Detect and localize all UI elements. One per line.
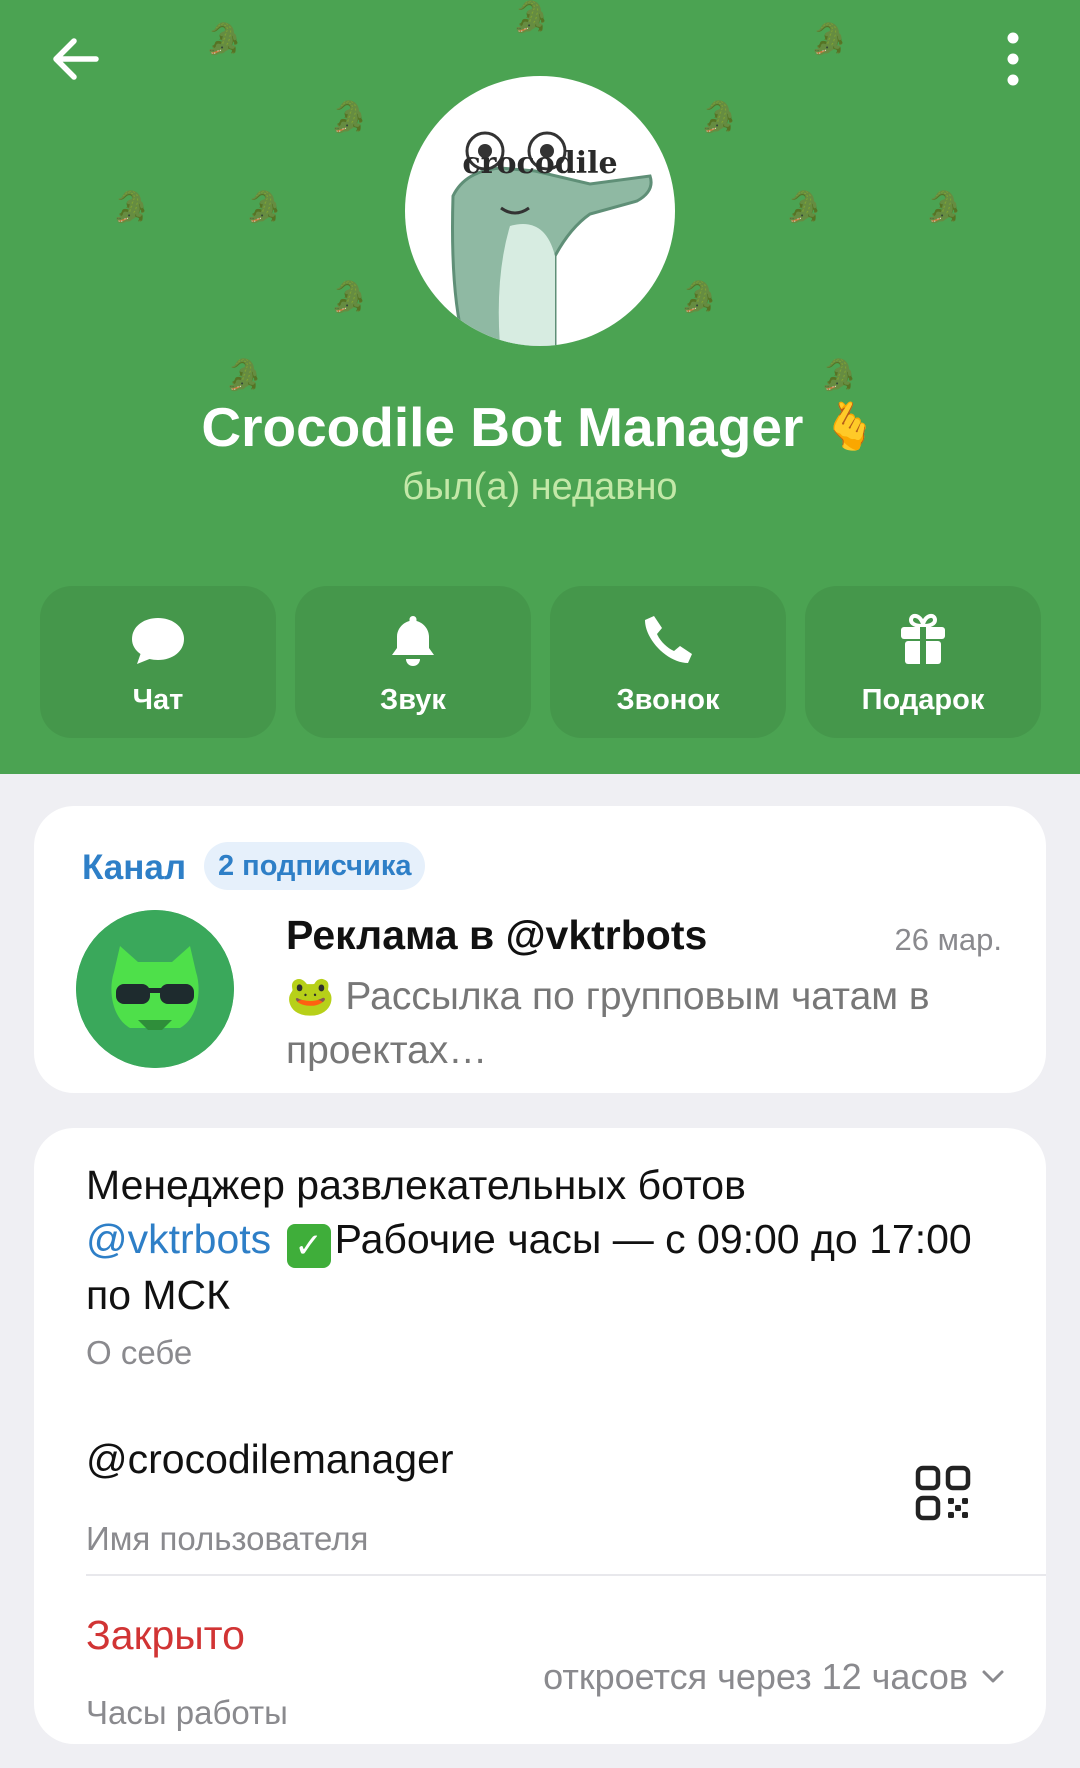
- username-caption: Имя пользователя: [86, 1520, 369, 1557]
- call-button[interactable]: Звонок: [550, 586, 786, 738]
- sound-button[interactable]: Звук: [295, 586, 531, 738]
- pattern-croc-icon: 🐊: [810, 23, 848, 56]
- bio-link[interactable]: @vktrbots: [86, 1216, 271, 1262]
- emoji-status-icon[interactable]: 🫰: [821, 400, 878, 452]
- pattern-croc-icon: 🐊: [330, 101, 368, 134]
- pattern-croc-icon: 🐊: [225, 359, 263, 392]
- more-menu-button[interactable]: [990, 26, 1036, 92]
- call-button-label: Звонок: [616, 684, 720, 716]
- profile-info-card: Менеджер развлекательных ботов @vktrbots…: [34, 1128, 1046, 1744]
- pattern-croc-icon: 🐊: [785, 191, 823, 224]
- crocodile-illustration-icon: [451, 131, 653, 346]
- pattern-croc-icon: 🐊: [205, 23, 243, 56]
- chat-button[interactable]: Чат: [40, 586, 276, 738]
- more-vertical-icon: [1007, 32, 1019, 86]
- qr-code-icon: [915, 1465, 971, 1521]
- pattern-croc-icon: 🐊: [245, 191, 283, 224]
- business-hours-caption: Часы работы: [86, 1694, 288, 1731]
- channel-avatar: [76, 910, 234, 1068]
- pattern-croc-icon: 🐊: [512, 1, 550, 34]
- avatar-logo-text: crocodile: [462, 146, 618, 181]
- pattern-croc-icon: 🐊: [820, 359, 858, 392]
- personal-channel-card[interactable]: Канал 2 подписчика Реклама в @vktrbots 2…: [34, 806, 1046, 1093]
- bio-caption: О себе: [86, 1334, 193, 1371]
- post-preview-text: Рассылка по групповым чатам в проектах…: [286, 975, 930, 1072]
- arrow-left-icon: [53, 38, 99, 80]
- subscribers-badge: 2 подписчика: [204, 842, 426, 890]
- gift-icon: [901, 613, 945, 664]
- pattern-croc-icon: 🐊: [112, 191, 150, 224]
- post-title: Реклама в @vktrbots: [286, 912, 708, 958]
- opens-in-toggle[interactable]: откроется через 12 часов: [543, 1656, 1008, 1698]
- opens-in-text: откроется через 12 часов: [543, 1656, 968, 1697]
- profile-name-row: Crocodile Bot Manager 🫰: [0, 395, 1080, 459]
- sound-button-label: Звук: [380, 684, 446, 716]
- post-date: 26 мар.: [894, 922, 1002, 957]
- pattern-croc-icon: 🐊: [330, 281, 368, 314]
- bio-line: Менеджер развлекательных ботов: [86, 1162, 746, 1208]
- qr-code-button[interactable]: [910, 1460, 976, 1526]
- username-value[interactable]: @crocodilemanager: [86, 1436, 454, 1483]
- cool-cat-avatar-icon: [76, 910, 234, 1068]
- gift-button-label: Подарок: [861, 684, 985, 716]
- pattern-croc-icon: 🐊: [925, 191, 963, 224]
- business-hours-status: Закрыто: [86, 1612, 245, 1658]
- bell-icon: [392, 616, 434, 666]
- profile-avatar[interactable]: crocodile: [405, 76, 675, 346]
- pattern-croc-icon: 🐊: [700, 101, 738, 134]
- profile-header: 🐊 🐊 🐊 🐊 🐊 🐊 🐊 🐊 🐊 🐊 🐊 🐊 🐊 crocodile Croc…: [0, 0, 1080, 774]
- chevron-down-icon: [982, 1670, 1004, 1683]
- chat-button-label: Чат: [132, 684, 184, 716]
- pattern-croc-icon: 🐊: [680, 281, 718, 314]
- phone-icon: [645, 616, 692, 663]
- profile-name: Crocodile Bot Manager: [201, 396, 804, 458]
- bio-text[interactable]: Менеджер развлекательных ботов @vktrbots…: [86, 1158, 986, 1322]
- gift-button[interactable]: Подарок: [805, 586, 1041, 738]
- back-button[interactable]: [44, 26, 110, 92]
- post-preview: 🐸 Рассылка по групповым чатам в проектах…: [286, 970, 1006, 1078]
- frog-emoji-icon: 🐸: [286, 975, 335, 1018]
- divider: [86, 1574, 1046, 1576]
- channel-section-title: Канал: [82, 848, 187, 887]
- check-mark-icon: ✓: [286, 1224, 331, 1268]
- chat-icon: [132, 618, 184, 664]
- last-seen-status: был(а) недавно: [402, 466, 678, 508]
